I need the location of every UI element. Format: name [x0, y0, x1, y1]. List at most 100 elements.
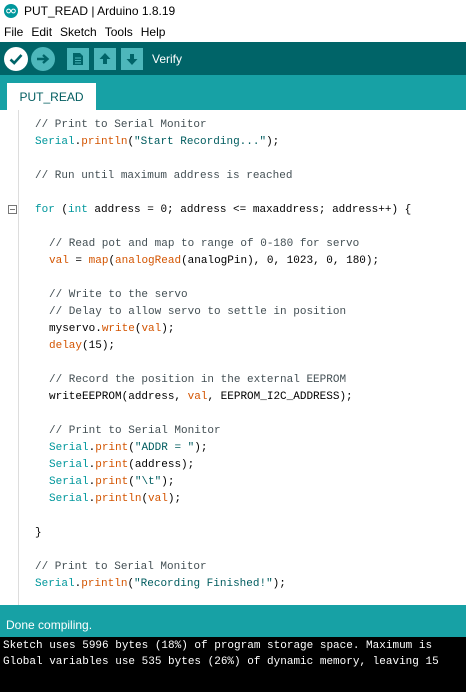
code-token: // Write to the servo: [49, 289, 188, 301]
code-token: write: [101, 323, 135, 335]
code-token: (: [128, 442, 135, 454]
code-token: "\t": [134, 476, 162, 488]
fold-toggle-icon[interactable]: [8, 205, 17, 214]
code-line: // Print to Serial Monitor: [49, 423, 221, 440]
arrow-right-icon: [37, 53, 50, 64]
menu-tools[interactable]: Tools: [101, 25, 137, 39]
code-token: Serial: [49, 493, 89, 505]
upload-button[interactable]: [31, 46, 55, 71]
code-line: writeEEPROM(address, val, EEPROM_I2C_ADD…: [49, 389, 353, 406]
open-sketch-button[interactable]: [94, 47, 116, 70]
code-token: "Start Recording...": [134, 136, 267, 148]
code-line: // Print to Serial Monitor: [35, 559, 207, 576]
window-title: PUT_READ | Arduino 1.8.19: [24, 4, 176, 18]
code-token: (15);: [82, 340, 116, 352]
code-token: // Read pot and map to range of 0-180 fo…: [49, 238, 360, 250]
code-token: (: [128, 476, 135, 488]
toolbar: Verify: [0, 42, 466, 75]
code-token: "ADDR = ": [134, 442, 195, 454]
status-bar: Done compiling.: [0, 605, 466, 637]
new-sketch-button[interactable]: [67, 47, 89, 70]
title-bar: PUT_READ | Arduino 1.8.19: [0, 0, 466, 22]
menu-help[interactable]: Help: [137, 25, 170, 39]
code-token: "Recording Finished!": [134, 578, 273, 590]
code-line: // Write to the servo: [49, 287, 188, 304]
editor-gutter: [18, 110, 19, 605]
document-icon: [73, 52, 83, 65]
code-token: Serial: [35, 136, 75, 148]
code-token: // Run until maximum address is reached: [35, 170, 293, 182]
code-token: val: [148, 493, 168, 505]
code-token: // Print to Serial Monitor: [49, 425, 221, 437]
code-token: address = 0; address <= maxaddress; addr…: [87, 204, 412, 216]
code-line: // Read pot and map to range of 0-180 fo…: [49, 236, 359, 253]
code-token: );: [266, 136, 280, 148]
code-token: );: [161, 476, 175, 488]
code-token: print: [95, 442, 129, 454]
code-line: Serial.print("\t");: [49, 474, 174, 491]
code-line: // Print to Serial Monitor: [35, 117, 207, 134]
menu-sketch[interactable]: Sketch: [56, 25, 101, 39]
code-token: for: [35, 204, 55, 216]
code-token: println: [95, 493, 142, 505]
code-token: );: [194, 442, 208, 454]
code-token: map: [88, 255, 109, 267]
code-token: print: [95, 476, 129, 488]
code-token: Serial: [49, 442, 89, 454]
arduino-logo-icon: [4, 4, 18, 18]
tab-strip: PUT_READ: [0, 75, 466, 110]
code-line: Serial.println(val);: [49, 491, 181, 508]
code-token: );: [272, 578, 286, 590]
code-line: Serial.print(address);: [49, 457, 194, 474]
save-sketch-button[interactable]: [121, 47, 143, 70]
code-token: // Print to Serial Monitor: [35, 119, 207, 131]
menu-bar: File Edit Sketch Tools Help: [0, 22, 466, 42]
code-token: myservo.: [49, 323, 102, 335]
code-token: (: [54, 204, 69, 216]
console-line: Sketch uses 5996 bytes (18%) of program …: [3, 640, 433, 652]
code-line: val = map(analogRead(analogPin), 0, 1023…: [49, 253, 379, 270]
code-token: int: [68, 204, 88, 216]
code-token: , EEPROM_I2C_ADDRESS);: [207, 391, 353, 403]
status-text: Done compiling.: [6, 618, 93, 632]
code-token: println: [81, 578, 128, 590]
code-token: Serial: [49, 476, 89, 488]
code-line: // Run until maximum address is reached: [35, 168, 292, 185]
checkmark-icon: [9, 53, 23, 65]
code-token: println: [81, 136, 128, 148]
code-token: // Delay to allow servo to settle in pos…: [49, 306, 347, 318]
code-token: );: [161, 323, 175, 335]
code-token: Serial: [49, 459, 89, 471]
code-editor[interactable]: // Print to Serial Monitor Serial.println…: [0, 110, 466, 605]
code-line: // Delay to allow servo to settle in pos…: [49, 304, 346, 321]
code-line: delay(15);: [49, 338, 115, 355]
code-line: Serial.print("ADDR = ");: [49, 440, 207, 457]
code-token: // Print to Serial Monitor: [35, 561, 207, 573]
code-line: // Record the position in the external E…: [49, 372, 346, 389]
menu-edit[interactable]: Edit: [27, 25, 56, 39]
code-token: (address);: [128, 459, 195, 471]
code-token: val: [187, 391, 208, 403]
code-token: val: [49, 255, 69, 267]
code-line: for (int address = 0; address <= maxaddr…: [35, 202, 411, 219]
console-output[interactable]: Sketch uses 5996 bytes (18%) of program …: [0, 637, 466, 692]
code-token: =: [68, 255, 89, 267]
code-line: Serial.println("Start Recording...");: [35, 134, 279, 151]
code-token: val: [141, 323, 162, 335]
code-token: print: [95, 459, 129, 471]
code-token: writeEEPROM(address,: [49, 391, 188, 403]
arrow-down-icon: [126, 53, 138, 65]
tab-put-read[interactable]: PUT_READ: [7, 83, 96, 110]
code-token: (analogPin), 0, 1023, 0, 180);: [181, 255, 380, 267]
code-token: // Record the position in the external E…: [49, 374, 347, 386]
console-line: Global variables use 535 bytes (26%) of …: [3, 656, 439, 668]
arrow-up-icon: [99, 52, 111, 64]
code-line: }: [35, 525, 42, 542]
code-line: Serial.println("Recording Finished!");: [35, 576, 286, 593]
code-token: Serial: [35, 578, 75, 590]
menu-file[interactable]: File: [0, 25, 27, 39]
code-token: delay: [49, 340, 83, 352]
toolbar-hint-label: Verify: [152, 51, 183, 66]
verify-button[interactable]: [4, 46, 28, 71]
code-token: );: [167, 493, 182, 505]
